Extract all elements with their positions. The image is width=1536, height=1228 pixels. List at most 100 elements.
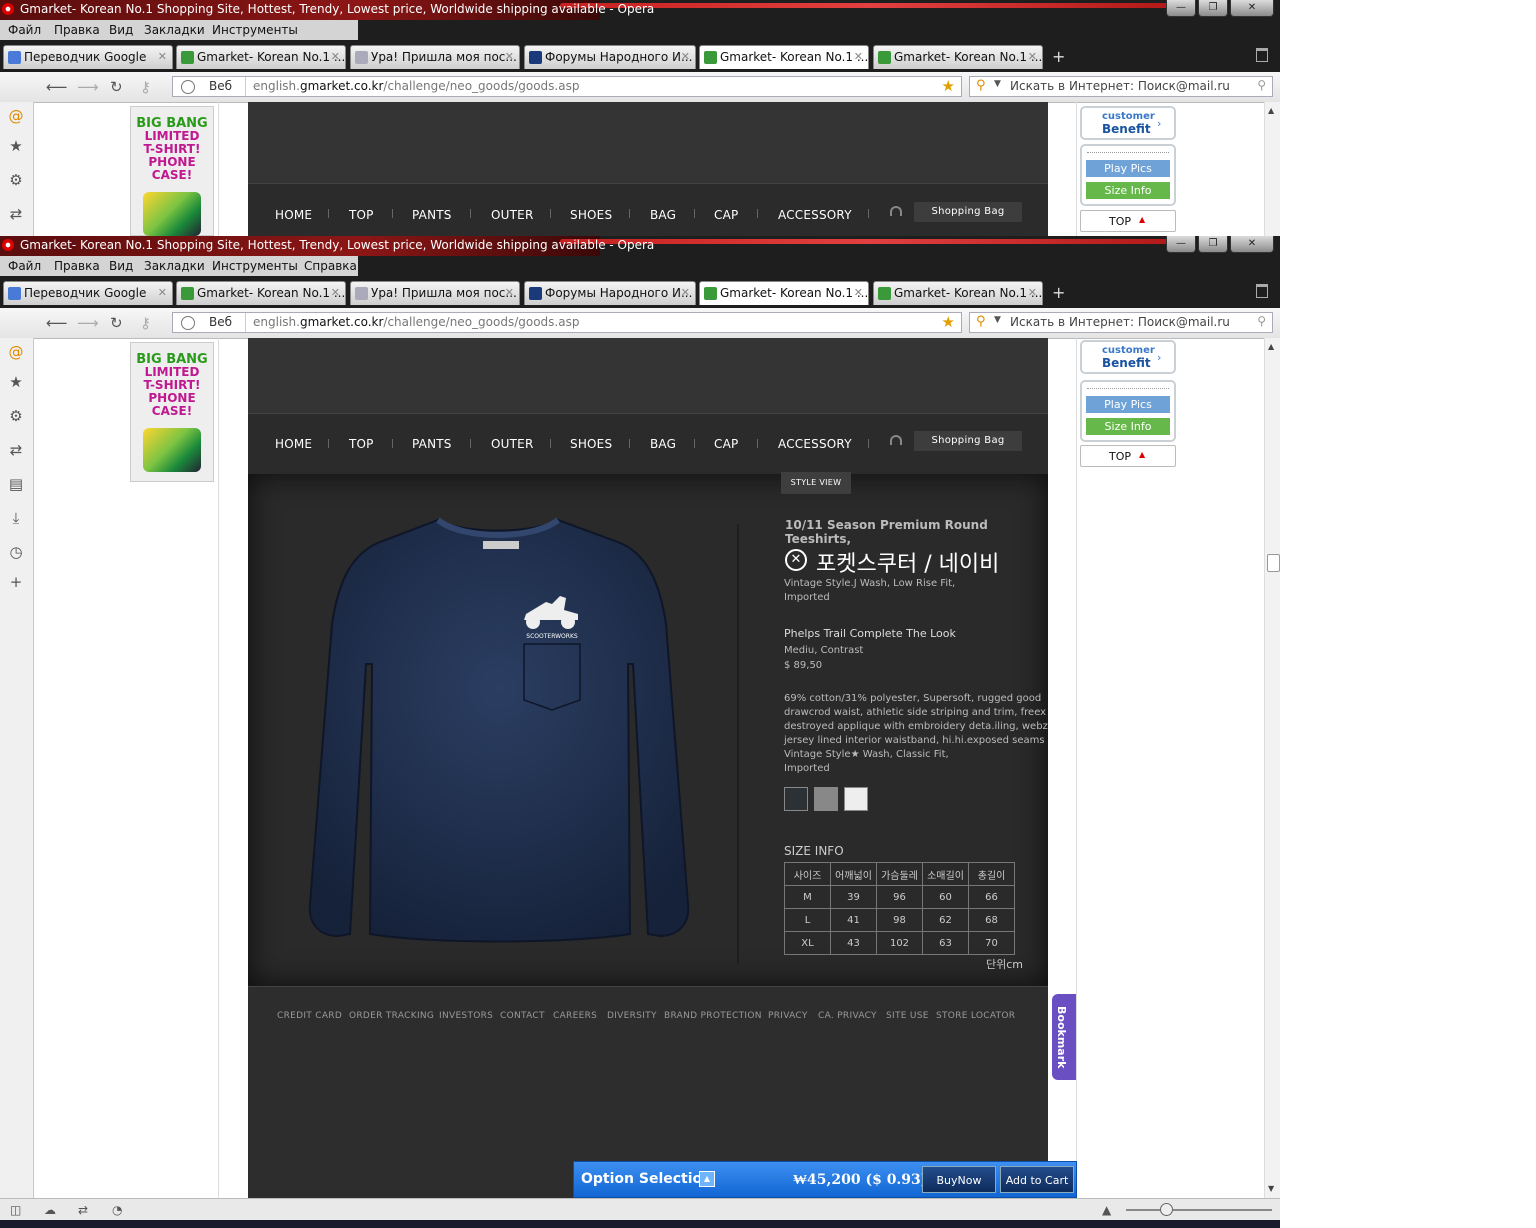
tab-close-icon[interactable]: ✕: [681, 286, 690, 299]
tab-close-icon[interactable]: ✕: [681, 50, 690, 63]
speed-dial-icon[interactable]: ◔: [112, 1203, 122, 1217]
menu-file[interactable]: Файл: [8, 23, 41, 37]
size-info-button[interactable]: Size Info: [1086, 418, 1170, 435]
search-input[interactable]: ⚲ ▼ Искать в Интернет: Поиск@mail.ru ⚲: [969, 312, 1273, 333]
bookmark-star-icon[interactable]: ★: [942, 313, 955, 331]
chevron-down-icon[interactable]: ▼: [994, 79, 1001, 89]
menu-bookmarks[interactable]: Закладки: [144, 259, 205, 273]
shopping-bag-button[interactable]: Shopping Bag: [914, 431, 1022, 451]
bookmark-tab[interactable]: Bookmark: [1052, 994, 1076, 1080]
downloads-icon[interactable]: ⤓: [8, 510, 24, 526]
nav-accessory[interactable]: ACCESSORY: [778, 437, 852, 451]
top-button[interactable]: TOP ▲: [1080, 210, 1176, 232]
zoom-slider[interactable]: [1126, 1209, 1272, 1211]
zoom-up-icon[interactable]: ▲: [1102, 1203, 1111, 1217]
footer-contact[interactable]: CONTACT: [500, 1011, 545, 1021]
menu-tools[interactable]: Инструменты: [212, 23, 298, 37]
tab-translator[interactable]: Переводчик Google ✕: [3, 45, 173, 69]
nav-bag[interactable]: BAG: [650, 208, 676, 222]
scroll-thumb[interactable]: [1267, 554, 1280, 572]
add-panel-icon[interactable]: +: [8, 574, 24, 590]
footer-brand-protection[interactable]: BRAND PROTECTION: [664, 1011, 762, 1021]
nav-top[interactable]: TOP: [349, 437, 374, 451]
footer-investors[interactable]: INVESTORS: [439, 1011, 493, 1021]
menu-view[interactable]: Вид: [109, 23, 133, 37]
nav-home[interactable]: HOME: [275, 437, 312, 451]
nav-shoes[interactable]: SHOES: [570, 208, 612, 222]
tab-close-icon[interactable]: ✕: [158, 286, 167, 299]
nav-bag[interactable]: BAG: [650, 437, 676, 451]
size-info-button[interactable]: Size Info: [1086, 182, 1170, 199]
tab-close-icon[interactable]: ✕: [854, 50, 863, 63]
menu-file[interactable]: Файл: [8, 259, 41, 273]
tab-gmarket-1[interactable]: Gmarket- Korean No.1 ... ✕: [176, 45, 346, 69]
tshirt-image[interactable]: SCOOTERWORKS: [288, 514, 708, 954]
footer-diversity[interactable]: DIVERSITY: [607, 1011, 657, 1021]
tab-close-icon[interactable]: ✕: [505, 50, 514, 63]
nav-pants[interactable]: PANTS: [412, 437, 452, 451]
tab-close-icon[interactable]: ✕: [505, 286, 514, 299]
scroll-up-icon[interactable]: ▲: [1268, 342, 1274, 351]
footer-ca-privacy[interactable]: CA. PRIVACY: [818, 1011, 877, 1021]
tab-package[interactable]: Ура! Пришла моя пос... ✕: [350, 45, 520, 69]
close-circle-icon[interactable]: ✕: [785, 549, 807, 571]
nav-outer[interactable]: OUTER: [491, 208, 533, 222]
menu-help[interactable]: Справка: [304, 259, 357, 273]
reload-icon[interactable]: ↻: [110, 314, 123, 332]
reload-icon[interactable]: ↻: [110, 78, 123, 96]
bookmarks-icon[interactable]: ★: [8, 374, 24, 390]
tab-gmarket-active[interactable]: Gmarket- Korean No.1 ... ✕: [699, 45, 869, 69]
minimize-button[interactable]: —: [1166, 0, 1196, 17]
search-go-icon[interactable]: ⚲: [1257, 314, 1266, 328]
tab-close-icon[interactable]: ✕: [1028, 50, 1037, 63]
swatch-white[interactable]: [844, 787, 868, 811]
tab-gmarket-3[interactable]: Gmarket- Korean No.1 ... ✕: [873, 281, 1043, 305]
new-tab-icon[interactable]: +: [1052, 47, 1065, 66]
gear-icon[interactable]: ⚙: [8, 408, 24, 424]
tab-close-icon[interactable]: ✕: [331, 286, 340, 299]
tab-close-icon[interactable]: ✕: [854, 286, 863, 299]
share-icon[interactable]: ⇄: [78, 1203, 88, 1217]
new-tab-icon[interactable]: +: [1052, 283, 1065, 302]
back-icon[interactable]: ⟵: [46, 78, 68, 96]
share-icon[interactable]: ⇄: [8, 206, 24, 222]
zoom-slider-handle[interactable]: [1160, 1203, 1173, 1216]
menu-view[interactable]: Вид: [109, 259, 133, 273]
play-pics-button[interactable]: Play Pics: [1086, 396, 1170, 413]
nav-pants[interactable]: PANTS: [412, 208, 452, 222]
gear-icon[interactable]: ⚙: [8, 172, 24, 188]
headset-icon[interactable]: [890, 206, 902, 216]
style-view-tab[interactable]: STYLE VIEW: [781, 472, 851, 494]
search-input[interactable]: ⚲ ▼ Искать в Интернет: Поиск@mail.ru ⚲: [969, 76, 1273, 97]
footer-credit-card[interactable]: CREDIT CARD: [277, 1011, 342, 1021]
footer-order-tracking[interactable]: ORDER TRACKING: [349, 1011, 434, 1021]
close-button[interactable]: ✕: [1230, 0, 1274, 17]
nav-outer[interactable]: OUTER: [491, 437, 533, 451]
bookmarks-icon[interactable]: ★: [8, 138, 24, 154]
nav-shoes[interactable]: SHOES: [570, 437, 612, 451]
tab-translator[interactable]: Переводчик Google ✕: [3, 281, 173, 305]
cloud-icon[interactable]: ☁: [44, 1203, 56, 1217]
menu-bookmarks[interactable]: Закладки: [144, 23, 205, 37]
headset-icon[interactable]: [890, 435, 902, 445]
maximize-button[interactable]: ❐: [1198, 0, 1228, 17]
tab-gmarket-1[interactable]: Gmarket- Korean No.1 ... ✕: [176, 281, 346, 305]
history-icon[interactable]: ◷: [8, 544, 24, 560]
tab-gmarket-active[interactable]: Gmarket- Korean No.1 ... ✕: [699, 281, 869, 305]
nav-top[interactable]: TOP: [349, 208, 374, 222]
nav-home[interactable]: HOME: [275, 208, 312, 222]
tab-close-icon[interactable]: ✕: [331, 50, 340, 63]
shopping-bag-button[interactable]: Shopping Bag: [914, 202, 1022, 222]
customer-benefit-button[interactable]: customer Benefit ›: [1080, 340, 1176, 374]
bookmark-star-icon[interactable]: ★: [942, 77, 955, 95]
footer-store-locator[interactable]: STORE LOCATOR: [936, 1011, 1015, 1021]
scrollbar[interactable]: ▲ ▼: [1264, 338, 1280, 1198]
scroll-down-icon[interactable]: ▼: [1268, 1184, 1274, 1193]
top-button[interactable]: TOP ▲: [1080, 445, 1176, 467]
promo-banner[interactable]: BIG BANG LIMITED T-SHIRT! PHONE CASE!: [130, 342, 214, 482]
share-icon[interactable]: ⇄: [8, 442, 24, 458]
forward-icon[interactable]: ⟶: [77, 314, 99, 332]
key-icon[interactable]: ⚷: [140, 314, 151, 332]
promo-banner[interactable]: BIG BANG LIMITED T-SHIRT! PHONE CASE!: [130, 106, 214, 236]
nav-accessory[interactable]: ACCESSORY: [778, 208, 852, 222]
